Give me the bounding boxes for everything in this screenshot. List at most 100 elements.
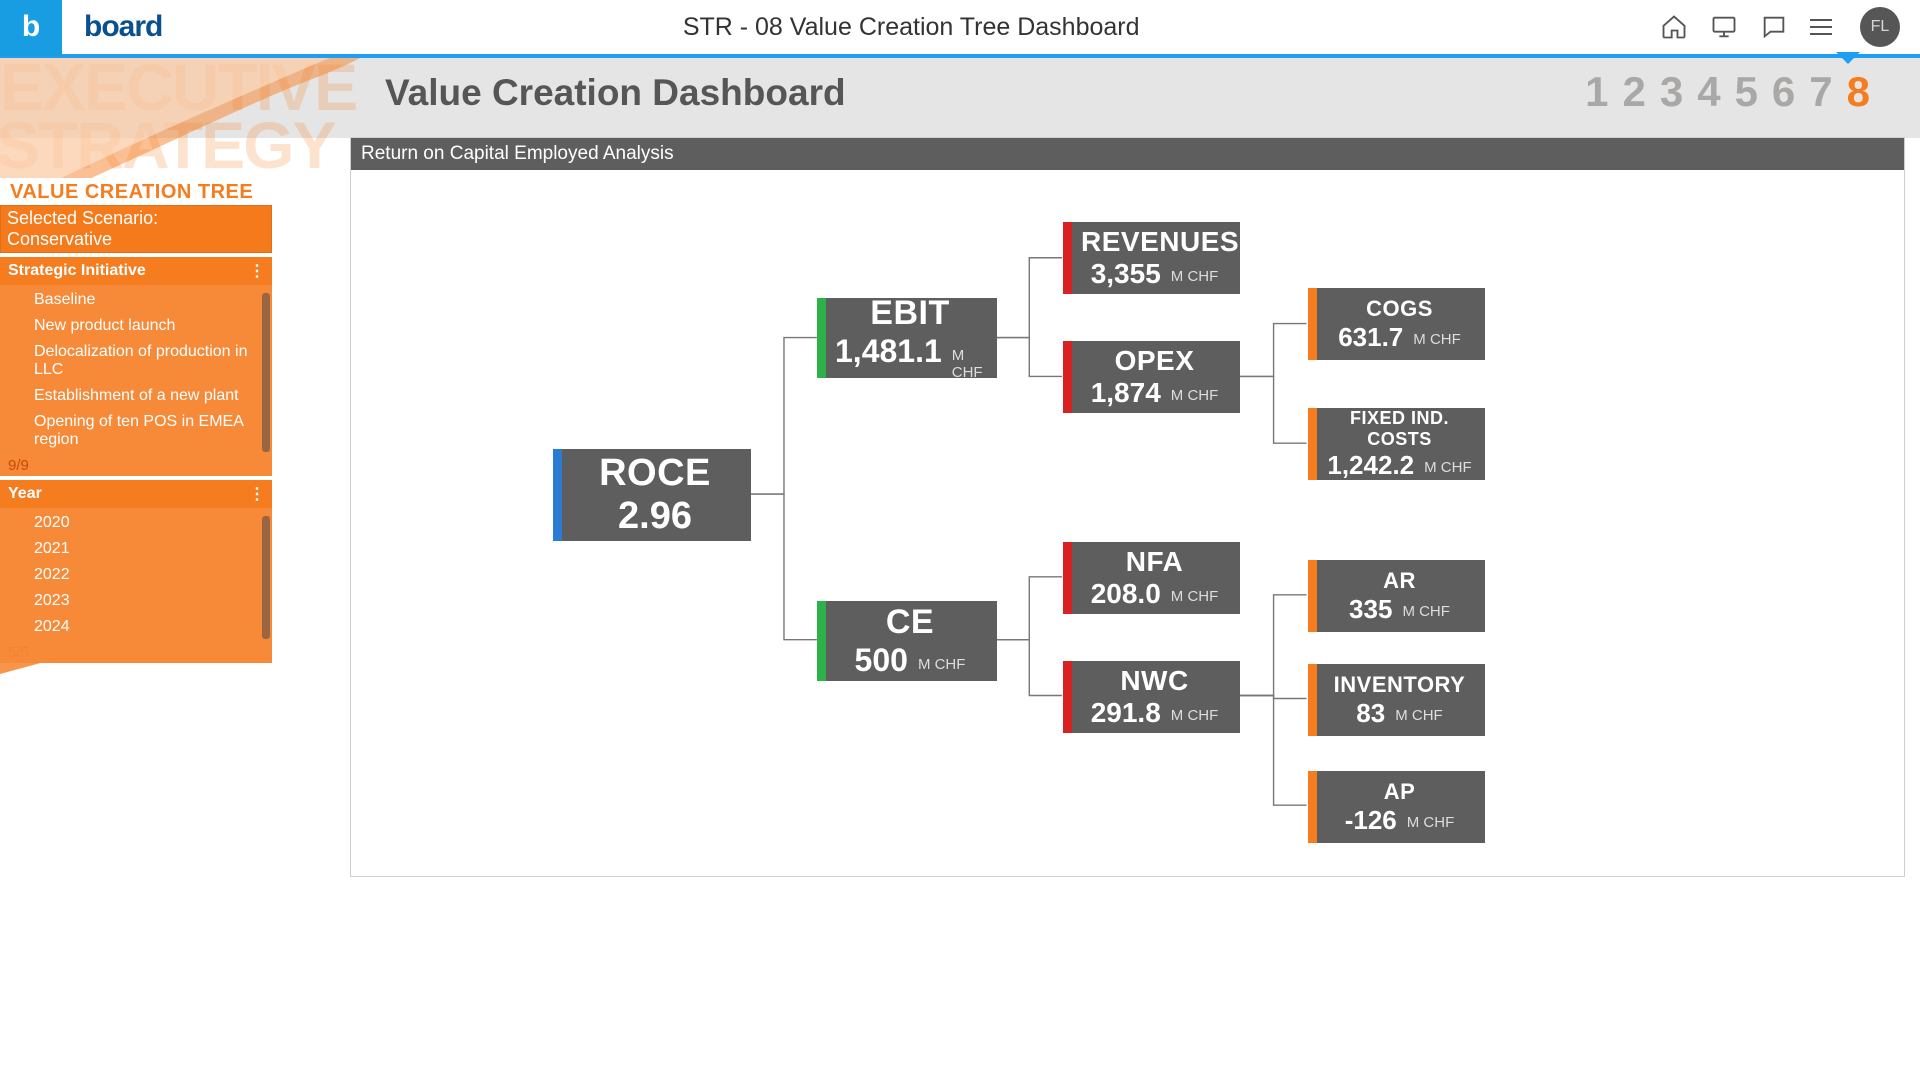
- page-nav-7[interactable]: 7: [1809, 68, 1832, 116]
- node-value: -126: [1345, 805, 1397, 836]
- filter-menu-icon[interactable]: ⋮: [249, 261, 264, 281]
- node-revenues[interactable]: REVENUES 3,355M CHF: [1063, 222, 1240, 294]
- node-value: 3,355: [1091, 258, 1161, 290]
- node-accent: [1308, 664, 1317, 736]
- node-label: CE: [835, 603, 985, 642]
- scrollbar[interactable]: [262, 293, 270, 452]
- page-title: STR - 08 Value Creation Tree Dashboard: [162, 13, 1660, 42]
- node-accent: [1308, 560, 1317, 632]
- page-nav-3[interactable]: 3: [1660, 68, 1683, 116]
- page-nav-2[interactable]: 2: [1622, 68, 1645, 116]
- node-accent: [1308, 408, 1317, 480]
- node-cogs[interactable]: COGS 631.7 M CHF: [1308, 288, 1485, 360]
- active-page-pointer: [1836, 52, 1860, 64]
- node-label: AP: [1326, 779, 1473, 805]
- section-chip: VALUE CREATION TREE: [0, 178, 269, 207]
- avatar[interactable]: FL: [1860, 7, 1900, 47]
- node-unit: M CHF: [1395, 707, 1443, 724]
- presentation-icon[interactable]: [1710, 13, 1738, 41]
- node-accent: [1063, 661, 1072, 733]
- chat-icon[interactable]: [1760, 13, 1788, 41]
- initiative-item[interactable]: Baseline: [0, 287, 272, 313]
- node-accent: [1308, 288, 1317, 360]
- node-unit: M CHF: [918, 656, 966, 673]
- node-accent: [1063, 222, 1072, 294]
- node-ar[interactable]: AR 335 M CHF: [1308, 560, 1485, 632]
- filter-count: 9/9: [0, 455, 272, 476]
- page-nav: 1 2 3 4 5 6 7 8: [1585, 68, 1870, 116]
- node-value: 1,242.2: [1327, 450, 1414, 481]
- page-header: EXECUTIVE STRATEGY VALUE CREATION TREE V…: [0, 58, 1920, 138]
- node-fixed-ind-costs[interactable]: FIXED IND. COSTS 1,242.2 M CHF: [1308, 408, 1485, 480]
- node-opex[interactable]: OPEX 1,874 M CHF: [1063, 341, 1240, 413]
- node-unit: M CHF: [952, 347, 985, 381]
- scrollbar[interactable]: [262, 516, 270, 639]
- node-accent: [1063, 542, 1072, 614]
- node-ce[interactable]: CE 500 M CHF: [817, 601, 997, 681]
- filter-header-initiative: Strategic Initiative: [8, 262, 146, 280]
- sidebar: Selected Scenario: Conservative Strategi…: [0, 205, 272, 663]
- node-value: 1,481.1: [835, 333, 942, 370]
- node-unit: M CHF: [1171, 387, 1219, 404]
- node-label: NFA: [1081, 546, 1228, 578]
- sidebar-decoration: [0, 636, 140, 674]
- year-item[interactable]: 2020: [0, 510, 272, 536]
- node-value: 83: [1356, 698, 1385, 729]
- node-ebit[interactable]: EBIT 1,481.1M CHF: [817, 298, 997, 378]
- node-label: FIXED IND. COSTS: [1326, 408, 1473, 450]
- filter-header-year: Year: [8, 485, 42, 503]
- node-accent: [1308, 771, 1317, 843]
- node-value: 631.7: [1338, 322, 1403, 353]
- page-nav-6[interactable]: 6: [1772, 68, 1795, 116]
- initiative-item[interactable]: New product launch: [0, 313, 272, 339]
- node-label: OPEX: [1081, 345, 1228, 377]
- home-icon[interactable]: [1660, 13, 1688, 41]
- node-value: 208.0: [1091, 578, 1161, 610]
- node-nwc[interactable]: NWC 291.8 M CHF: [1063, 661, 1240, 733]
- node-unit: M CHF: [1424, 459, 1472, 476]
- page-nav-4[interactable]: 4: [1697, 68, 1720, 116]
- node-value: 291.8: [1091, 697, 1161, 729]
- node-value: 1,874: [1091, 377, 1161, 409]
- node-unit: M CHF: [1407, 814, 1455, 831]
- app-icon[interactable]: b: [0, 0, 62, 56]
- node-unit: M CHF: [1171, 268, 1219, 285]
- filter-strategic-initiative: Strategic Initiative ⋮ Baseline New prod…: [0, 257, 272, 476]
- node-accent: [817, 601, 826, 681]
- menu-icon[interactable]: [1810, 19, 1832, 35]
- page-nav-5[interactable]: 5: [1735, 68, 1758, 116]
- node-roce[interactable]: ROCE 2.96: [553, 449, 751, 541]
- scenario-label: Selected Scenario: Conservative: [0, 205, 272, 253]
- node-label: ROCE: [571, 452, 739, 495]
- node-unit: M CHF: [1171, 707, 1219, 724]
- node-accent: [1063, 341, 1072, 413]
- node-label: INVENTORY: [1326, 672, 1473, 698]
- node-accent: [553, 449, 562, 541]
- node-label: NWC: [1081, 665, 1228, 697]
- initiative-item[interactable]: Delocalization of production in LLC: [0, 339, 272, 383]
- year-item[interactable]: 2023: [0, 588, 272, 614]
- panel-title: Return on Capital Employed Analysis: [351, 138, 1904, 170]
- node-label: COGS: [1326, 296, 1473, 322]
- main-panel: Return on Capital Employed Analysis ROCE…: [350, 137, 1905, 877]
- dashboard-title: Value Creation Dashboard: [385, 72, 846, 114]
- node-inventory[interactable]: INVENTORY 83 M CHF: [1308, 664, 1485, 736]
- node-label: AR: [1326, 568, 1473, 594]
- node-nfa[interactable]: NFA 208.0M CHF: [1063, 542, 1240, 614]
- node-value: 335: [1349, 594, 1392, 625]
- node-unit: M CHF: [1413, 331, 1461, 348]
- topbar-actions: FL: [1660, 7, 1920, 47]
- initiative-item[interactable]: Establishment of a new plant: [0, 383, 272, 409]
- node-value: 2.96: [618, 495, 692, 538]
- node-value: 500: [855, 642, 908, 679]
- tree-chart: ROCE 2.96 EBIT 1,481.1M CHF CE 500M CHF …: [351, 170, 1904, 872]
- filter-menu-icon[interactable]: ⋮: [249, 484, 264, 504]
- year-item[interactable]: 2022: [0, 562, 272, 588]
- year-item[interactable]: 2021: [0, 536, 272, 562]
- node-unit: M CHF: [1402, 603, 1450, 620]
- node-label: EBIT: [835, 294, 985, 333]
- node-ap[interactable]: AP -126 M CHF: [1308, 771, 1485, 843]
- page-nav-1[interactable]: 1: [1585, 68, 1608, 116]
- initiative-item[interactable]: Opening of ten POS in EMEA region: [0, 409, 272, 453]
- page-nav-8[interactable]: 8: [1847, 68, 1870, 116]
